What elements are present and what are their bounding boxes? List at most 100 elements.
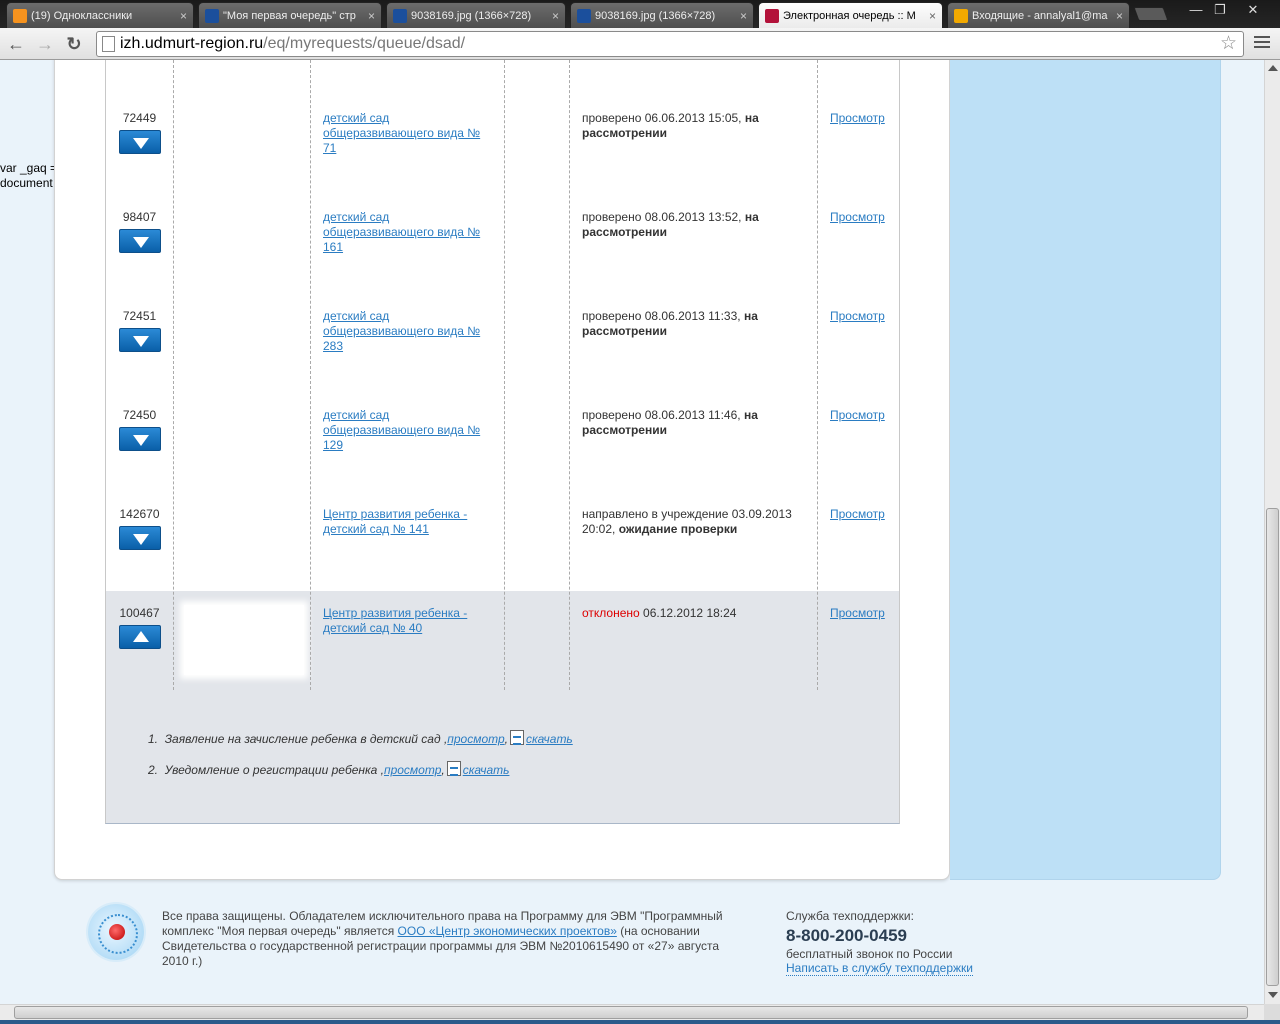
browser-tab[interactable]: Электронная очередь :: М × [758,2,943,28]
priority-down-arrow-icon[interactable] [119,526,161,550]
scroll-down-arrow-icon[interactable] [1268,992,1278,998]
back-arrow-icon[interactable]: ← [4,32,28,56]
institution-link[interactable]: детский сад общеразвивающего вида № 129 [323,408,495,453]
support-contact-link[interactable]: Написать в службу техподдержки [786,961,973,976]
scroll-up-arrow-icon[interactable] [1268,65,1278,71]
institution-link[interactable]: детский сад общеразвивающего вида № 71 [323,111,495,156]
priority-down-arrow-icon[interactable] [119,328,161,352]
browser-toolbar: ← → ↻ izh.udmurt-region.ru/eq/myrequests… [0,28,1280,60]
close-tab-icon[interactable]: × [1116,9,1123,23]
browser-tab[interactable]: "Моя первая очередь" стр × [198,2,382,28]
new-tab-button[interactable] [1133,7,1169,21]
priority-down-arrow-icon[interactable] [119,427,161,451]
status-text: проверено 08.06.2013 11:46, [582,408,741,422]
redacted-child-info [184,308,304,378]
status-text: проверено 08.06.2013 11:33, [582,309,741,323]
request-id: 142670 [119,507,160,521]
document-item: 2. Уведомление о регистрации ребенка ,пр… [148,761,510,777]
redacted-child-info [184,209,304,279]
view-request-link[interactable]: Просмотр [830,408,885,422]
support-free-call: бесплатный звонок по России [786,947,953,961]
view-request-link[interactable]: Просмотр [830,111,885,125]
request-id: 98407 [122,210,157,224]
address-bar[interactable]: izh.udmurt-region.ru/eq/myrequests/queue… [96,31,1244,57]
chrome-menu-icon[interactable] [1254,36,1270,50]
tab-title: 9038169.jpg (1366×728) [411,9,532,22]
view-request-link[interactable]: Просмотр [830,210,885,224]
table-row: 98407 детский сад общеразвивающего вида №… [106,195,899,294]
close-tab-icon[interactable]: × [929,9,936,23]
support-label: Служба техподдержки: [786,909,914,923]
column-divider [173,60,174,690]
bookmark-star-icon[interactable]: ☆ [1220,32,1237,55]
document-view-link[interactable]: просмотр [384,763,441,777]
mail-envelope-icon [577,8,591,23]
browser-tab[interactable]: Входящие - annalyal1@ma × [947,2,1130,28]
requests-table: 72449 детский сад общеразвивающего вида №… [105,60,900,690]
url-path: /eq/myrequests/queue/dsad/ [263,35,466,52]
redacted-child-info [184,506,304,576]
institution-link[interactable]: детский сад общеразвивающего вида № 283 [323,309,495,354]
redacted-child-info [184,407,304,477]
browser-tab[interactable]: (19) Одноклассники × [6,2,194,28]
view-request-link[interactable]: Просмотр [830,309,885,323]
company-link[interactable]: ООО «Центр экономических проектов» [398,924,617,938]
restore-button[interactable]: ❐ [1209,2,1231,20]
table-row: 72450 детский сад общеразвивающего вида №… [106,393,899,492]
browser-tab[interactable]: 9038169.jpg (1366×728) × [570,2,754,28]
vertical-scroll-thumb[interactable] [1266,508,1279,986]
taskbar-edge [0,1020,1280,1024]
institution-link[interactable]: Центр развития ребенка - детский сад № 1… [323,507,495,537]
horizontal-scrollbar[interactable] [0,1004,1264,1020]
priority-up-arrow-icon[interactable] [119,625,161,649]
column-divider [504,60,505,690]
vertical-scrollbar[interactable] [1264,60,1280,1004]
reload-icon[interactable]: ↻ [62,32,86,56]
institution-link[interactable]: детский сад общеразвивающего вида № 161 [323,210,495,255]
minimize-button[interactable]: — [1185,2,1207,20]
priority-down-arrow-icon[interactable] [119,229,161,253]
document-view-link[interactable]: просмотр [447,732,504,746]
close-tab-icon[interactable]: × [552,9,559,23]
institution-link[interactable]: Центр развития ребенка - детский сад № 4… [323,606,495,636]
forward-arrow-icon[interactable]: → [33,32,57,56]
documents-section: 1. Заявление на зачисление ребенка в дет… [105,690,900,824]
footer-copyright: Все права защищены. Обладателем исключит… [162,909,742,969]
browser-tab[interactable]: 9038169.jpg (1366×728) × [386,2,566,28]
scroll-corner [1264,1004,1280,1020]
view-request-link[interactable]: Просмотр [830,606,885,620]
browser-tab-bar: (19) Одноклассники × "Моя первая очередь" … [0,0,1280,28]
close-window-button[interactable]: ✕ [1242,2,1264,20]
tab-title: Входящие - annalyal1@ma [972,9,1108,22]
document-label: Уведомление о регистрации ребенка [164,763,378,777]
support-phone: 8-800-200-0459 [786,926,907,945]
document-download-link[interactable]: скачать [463,763,510,777]
horizontal-scroll-thumb[interactable] [14,1006,1248,1019]
document-download-link[interactable]: скачать [526,732,573,746]
close-tab-icon[interactable]: × [740,9,747,23]
right-sidebar-panel [950,60,1221,880]
word-document-icon[interactable] [446,761,461,776]
table-row: 72451 детский сад общеразвивающего вида №… [106,294,899,393]
redacted-child-info [184,605,304,675]
document-number: 1. [148,732,159,746]
request-status: направлено в учреждение 03.09.2013 20:02… [582,507,807,537]
request-status: проверено 08.06.2013 11:46, на рассмотре… [582,408,807,438]
tab-title: 9038169.jpg (1366×728) [595,9,716,22]
table-row: 100467 Центр развития ребенка - детский с… [106,591,899,690]
status-text: проверено 06.06.2013 15:05, [582,111,742,125]
table-row: 142670 Центр развития ребенка - детский с… [106,492,899,591]
close-tab-icon[interactable]: × [180,9,187,23]
close-tab-icon[interactable]: × [368,9,375,23]
leaked-script-text: document [0,176,53,190]
page-icon [102,36,115,52]
status-state: ожидание проверки [618,522,738,536]
table-row: 72449 детский сад общеразвивающего вида №… [106,96,899,195]
view-request-link[interactable]: Просмотр [830,507,885,521]
queue-site-icon [765,8,779,23]
mail-envelope-icon [393,8,407,23]
tab-title: Электронная очередь :: М [783,9,916,22]
request-status: проверено 08.06.2013 13:52, на рассмотре… [582,210,807,240]
priority-down-arrow-icon[interactable] [119,130,161,154]
word-document-icon[interactable] [510,730,525,745]
